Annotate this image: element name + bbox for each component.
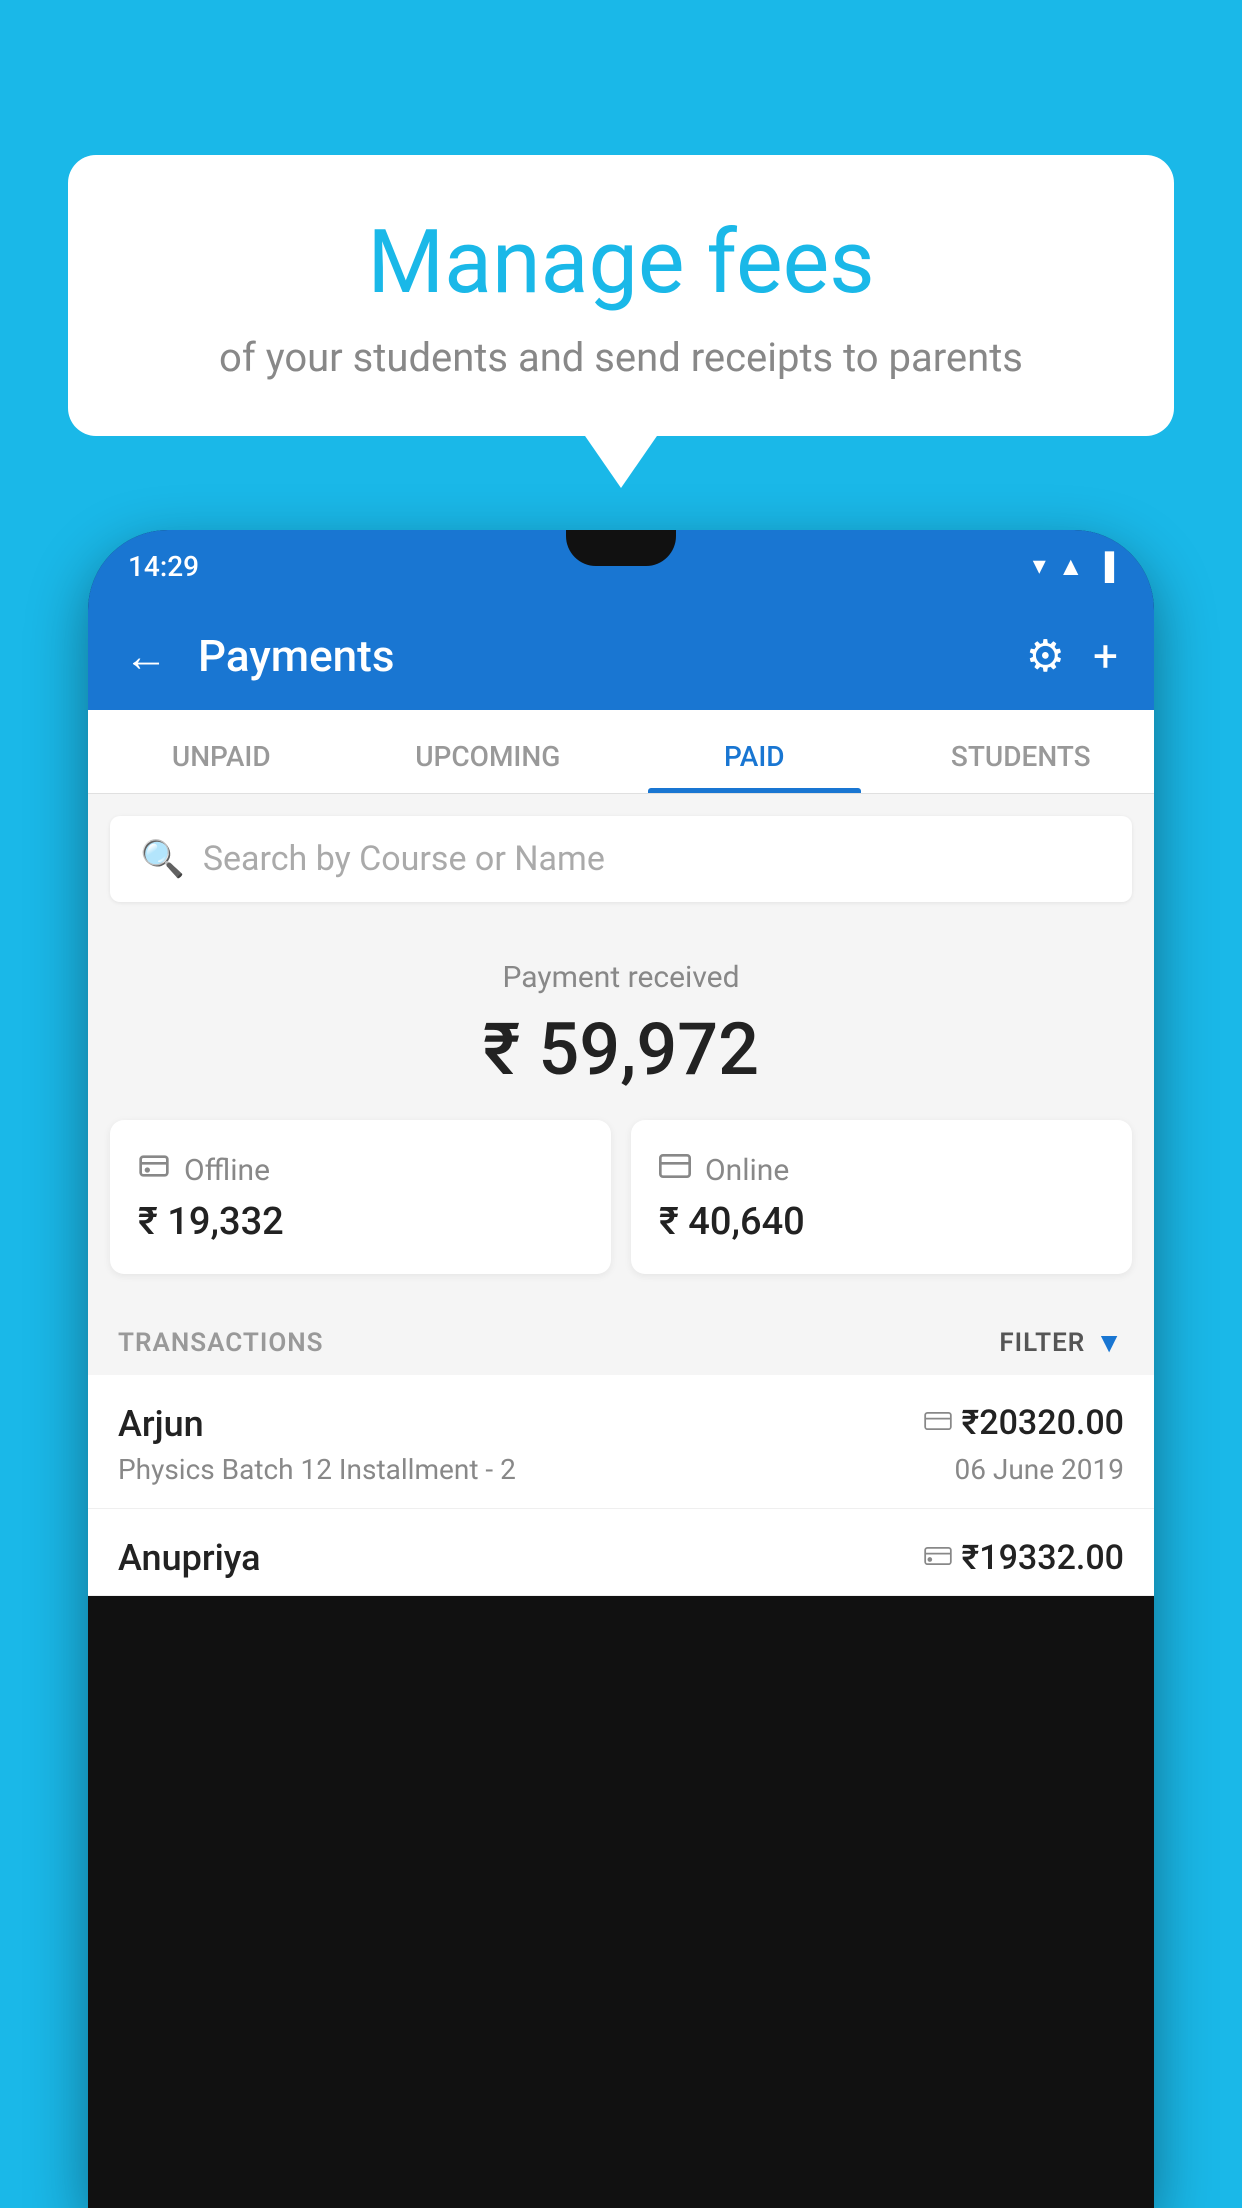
transaction-detail-arjun: Physics Batch 12 Installment - 2 [118,1453,516,1486]
search-bar[interactable]: 🔍 Search by Course or Name [110,816,1132,902]
tab-students[interactable]: STUDENTS [888,710,1155,793]
offline-icon [138,1150,170,1190]
back-button[interactable]: ← [124,630,168,682]
filter-button[interactable]: FILTER ▼ [999,1326,1124,1359]
transaction-amount-row-anupriya: ₹19332.00 [924,1538,1124,1578]
search-icon: 🔍 [140,838,185,880]
transaction-amount-row-arjun: ₹20320.00 [924,1403,1124,1443]
app-header: ← Payments ⚙ + [88,602,1154,710]
tab-bar: UNPAID UPCOMING PAID STUDENTS [88,710,1154,794]
filter-label: FILTER [999,1328,1085,1358]
tab-paid[interactable]: PAID [621,710,888,793]
offline-type: Offline [184,1153,270,1188]
status-icons: ▾ ▲ ▐ [1033,551,1114,582]
signal-icon: ▲ [1058,551,1084,582]
online-card: Online ₹ 40,640 [631,1120,1132,1274]
transaction-amount-arjun: ₹20320.00 [962,1403,1124,1443]
transaction-name-arjun: Arjun [118,1403,204,1445]
battery-icon: ▐ [1096,551,1114,582]
speech-bubble: Manage fees of your students and send re… [68,155,1174,436]
transaction-top-arjun: Arjun ₹20320.00 [118,1403,1124,1445]
online-amount: ₹ 40,640 [659,1200,1104,1244]
add-icon[interactable]: + [1093,630,1118,682]
speech-bubble-container: Manage fees of your students and send re… [68,155,1174,436]
header-title: Payments [198,630,996,682]
online-type: Online [705,1153,789,1188]
cards-row: Offline ₹ 19,332 Online ₹ 40,640 [88,1120,1154,1304]
payment-amount: ₹ 59,972 [118,1007,1124,1092]
bubble-title: Manage fees [148,215,1094,312]
phone-frame: 14:29 ▾ ▲ ▐ ← Payments ⚙ + UNPAID UPCOMI… [88,530,1154,2208]
online-icon [659,1150,691,1190]
status-bar: 14:29 ▾ ▲ ▐ [88,530,1154,602]
tab-upcoming[interactable]: UPCOMING [355,710,622,793]
card-icon-arjun [924,1408,952,1438]
transaction-bottom-arjun: Physics Batch 12 Installment - 2 06 June… [118,1453,1124,1486]
payment-received-label: Payment received [118,960,1124,995]
transaction-name-anupriya: Anupriya [118,1537,261,1579]
header-icons: ⚙ + [1026,630,1118,682]
offline-icon-anupriya [924,1543,952,1573]
app-content: 🔍 Search by Course or Name Payment recei… [88,794,1154,1596]
filter-icon: ▼ [1095,1326,1124,1359]
wifi-icon: ▾ [1033,551,1046,581]
transaction-row-arjun[interactable]: Arjun ₹20320.00 Physics Batch 12 Install… [88,1375,1154,1509]
online-card-header: Online [659,1150,1104,1190]
transaction-date-arjun: 06 June 2019 [954,1453,1124,1486]
payment-summary: Payment received ₹ 59,972 [88,924,1154,1120]
transaction-top-anupriya: Anupriya ₹19332.00 [118,1537,1124,1579]
transactions-header: TRANSACTIONS FILTER ▼ [88,1304,1154,1375]
notch [566,530,676,566]
offline-card: Offline ₹ 19,332 [110,1120,611,1274]
bubble-subtitle: of your students and send receipts to pa… [148,334,1094,381]
offline-card-header: Offline [138,1150,583,1190]
offline-amount: ₹ 19,332 [138,1200,583,1244]
status-time: 14:29 [128,550,199,583]
search-placeholder: Search by Course or Name [203,839,605,879]
transaction-row-anupriya[interactable]: Anupriya ₹19332.00 [88,1509,1154,1596]
transaction-amount-anupriya: ₹19332.00 [962,1538,1124,1578]
settings-icon[interactable]: ⚙ [1026,630,1065,682]
transactions-label: TRANSACTIONS [118,1328,324,1358]
tab-unpaid[interactable]: UNPAID [88,710,355,793]
